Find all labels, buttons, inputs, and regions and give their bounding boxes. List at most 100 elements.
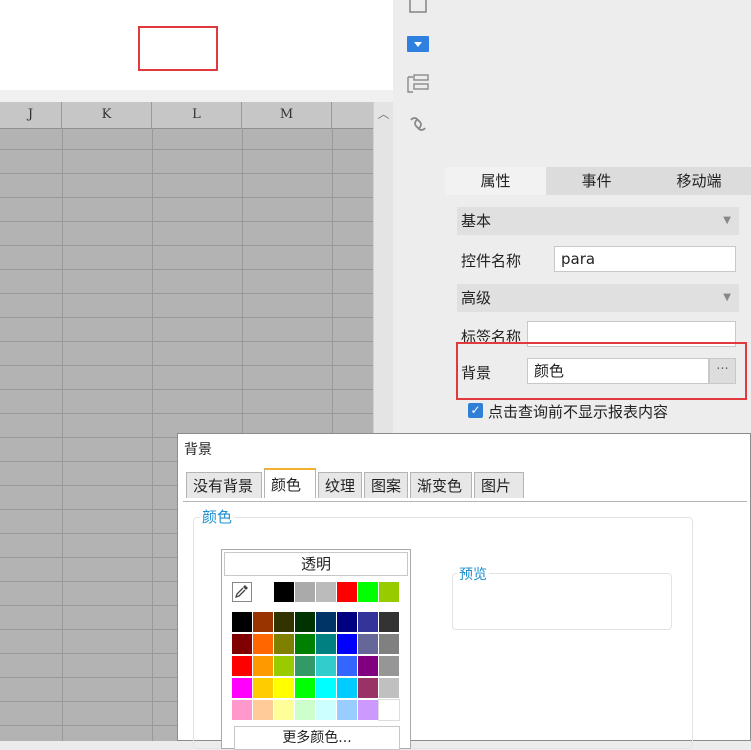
column-header-l[interactable]: L [152,102,242,128]
section-advanced-label: 高级 [461,289,492,307]
hide-content-checkbox[interactable]: ✓ [468,403,483,418]
palette-color-swatch[interactable] [295,678,315,698]
palette-color-swatch[interactable] [379,656,399,676]
palette-color-swatch[interactable] [337,634,357,654]
grid-row-line [0,173,373,174]
dropdown-widget-icon[interactable] [405,32,431,56]
column-header-next[interactable] [332,102,373,128]
background-more-button[interactable]: ··· [709,358,736,384]
palette-color-swatch[interactable] [295,700,315,720]
palette-color-swatch[interactable] [358,612,378,632]
palette-color-swatch[interactable] [232,634,252,654]
grid-row-line [0,245,373,246]
recent-color-swatch[interactable] [274,582,294,602]
palette-color-swatch[interactable] [274,612,294,632]
tab-gradient[interactable]: 渐变色 [410,472,472,498]
recent-color-swatch[interactable] [295,582,315,602]
grid-row-line [0,341,373,342]
palette-color-swatch[interactable] [379,678,399,698]
palette-color-swatch[interactable] [358,700,378,720]
control-name-input[interactable]: para [554,246,736,272]
dialog-tabs: 没有背景 颜色 纹理 图案 渐变色 图片 [178,468,751,502]
tab-events[interactable]: 事件 [546,167,647,195]
scroll-up-arrow-icon[interactable]: ︿ [374,106,393,122]
palette-color-swatch[interactable] [232,656,252,676]
palette-color-swatch[interactable] [295,634,315,654]
palette-color-swatch[interactable] [358,656,378,676]
chevron-down-icon: ▼ [723,292,731,303]
palette-color-swatch[interactable] [232,678,252,698]
more-colors-button[interactable]: 更多颜色... [234,726,400,750]
palette-color-swatch[interactable] [274,678,294,698]
palette-color-swatch[interactable] [253,678,273,698]
tree-widget-icon[interactable] [405,72,431,96]
canvas-divider [0,90,393,102]
palette-color-swatch[interactable] [253,612,273,632]
column-header-k[interactable]: K [62,102,152,128]
palette-color-swatch[interactable] [337,700,357,720]
palette-color-swatch[interactable] [358,678,378,698]
tab-color[interactable]: 颜色 [264,468,316,498]
tab-no-background[interactable]: 没有背景 [186,472,262,498]
palette-color-swatch[interactable] [379,612,399,632]
grid-column-line [62,128,63,741]
tab-pattern[interactable]: 图案 [364,472,408,498]
preview-box: 预览 [452,564,672,630]
palette-color-swatch[interactable] [337,612,357,632]
palette-color-swatch[interactable] [316,678,336,698]
transparent-button[interactable]: 透明 [224,552,408,576]
palette-color-swatch[interactable] [295,612,315,632]
background-dialog: 背景 没有背景 颜色 纹理 图案 渐变色 图片 颜色 预览 透明 更多颜色... [177,433,751,750]
palette-color-swatch[interactable] [316,656,336,676]
tab-image[interactable]: 图片 [474,472,524,498]
chevron-down-icon: ▼ [723,215,731,226]
palette-color-swatch[interactable] [316,700,336,720]
section-advanced-header[interactable]: 高级 ▼ [457,284,739,312]
palette-color-swatch[interactable] [274,700,294,720]
recent-color-swatch[interactable] [358,582,378,602]
palette-color-swatch[interactable] [358,634,378,654]
color-group-title: 颜色 [200,506,235,527]
panel-empty-area [445,0,751,167]
frame-widget-icon[interactable] [405,0,431,18]
grid-row-line [0,269,373,270]
palette-color-swatch[interactable] [316,634,336,654]
grid-row-line [0,293,373,294]
recent-color-swatch[interactable] [337,582,357,602]
preview-title: 预览 [457,564,489,584]
column-header-row: J K L M [0,102,373,129]
column-header-m[interactable]: M [242,102,332,128]
eyedropper-icon[interactable] [232,582,252,602]
control-name-label: 控件名称 [461,252,522,270]
design-canvas[interactable] [0,0,393,90]
grid-row-line [0,389,373,390]
grid-row-line [0,413,373,414]
palette-color-swatch[interactable] [378,699,400,721]
section-basic-label: 基本 [461,212,492,230]
palette-color-swatch[interactable] [253,700,273,720]
selected-widget-outline[interactable] [138,26,218,71]
palette-color-swatch[interactable] [253,656,273,676]
tab-texture[interactable]: 纹理 [318,472,362,498]
tab-attributes[interactable]: 属性 [445,167,546,195]
palette-color-swatch[interactable] [295,656,315,676]
palette-color-swatch[interactable] [253,634,273,654]
palette-color-swatch[interactable] [379,634,399,654]
property-tabs: 属性 事件 移动端 [445,167,751,195]
grid-row-line [0,197,373,198]
palette-color-swatch[interactable] [337,656,357,676]
recent-color-swatch[interactable] [379,582,399,602]
palette-color-swatch[interactable] [274,634,294,654]
palette-color-swatch[interactable] [232,700,252,720]
palette-color-swatch[interactable] [337,678,357,698]
palette-color-swatch[interactable] [274,656,294,676]
background-value-field[interactable]: 颜色 [527,358,709,384]
section-basic-header[interactable]: 基本 ▼ [457,207,739,235]
column-header-j[interactable]: J [0,102,62,128]
link-widget-icon[interactable] [405,112,431,136]
recent-color-swatch[interactable] [316,582,336,602]
background-label: 背景 [461,364,492,382]
palette-color-swatch[interactable] [232,612,252,632]
palette-color-swatch[interactable] [316,612,336,632]
tab-mobile[interactable]: 移动端 [647,167,751,195]
